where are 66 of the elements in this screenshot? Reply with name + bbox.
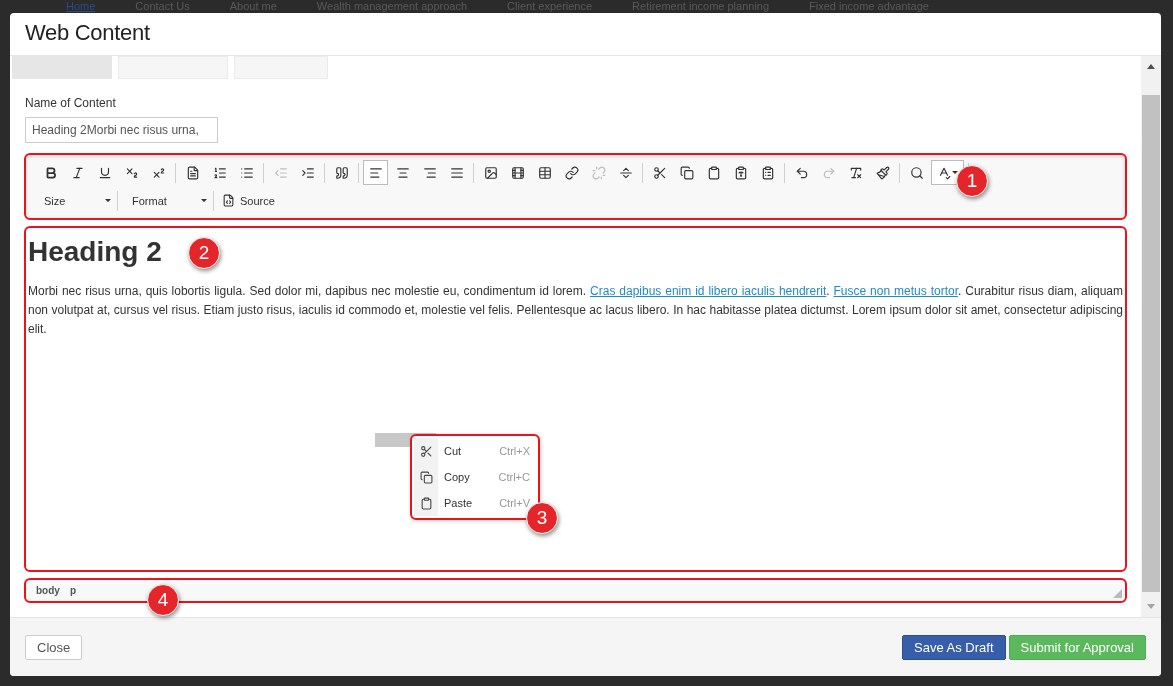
caret-icon bbox=[105, 199, 111, 202]
scrollbar[interactable] bbox=[1141, 56, 1161, 617]
redo-icon bbox=[821, 165, 836, 180]
shortcut: Ctrl+V bbox=[499, 497, 531, 509]
scroll-up-icon[interactable] bbox=[1147, 64, 1155, 69]
menu-item[interactable]: Cut Ctrl+X bbox=[414, 438, 536, 464]
copy-icon bbox=[419, 470, 433, 484]
menu-item[interactable]: Copy Ctrl+C bbox=[414, 464, 536, 490]
bulleted-list-icon bbox=[239, 165, 254, 180]
source-button[interactable]: Source bbox=[218, 194, 279, 207]
heading: Heading 2 bbox=[28, 235, 162, 269]
field-label: Name of Content bbox=[25, 96, 117, 110]
close-button[interactable]: Close bbox=[25, 634, 83, 660]
align-left-button[interactable] bbox=[363, 160, 388, 185]
align-right-icon bbox=[422, 165, 437, 180]
image-icon bbox=[483, 165, 498, 180]
subscript-icon bbox=[124, 165, 139, 180]
align-justify-icon bbox=[449, 165, 464, 180]
indent-icon bbox=[300, 165, 315, 180]
align-center-icon bbox=[395, 165, 410, 180]
document-icon bbox=[185, 165, 200, 180]
dropdown[interactable]: Size bbox=[34, 190, 118, 211]
link[interactable]: Fusce non metus tortor bbox=[833, 284, 958, 298]
cut-icon bbox=[419, 444, 433, 458]
quote-icon bbox=[334, 165, 349, 180]
outdent-icon bbox=[273, 165, 288, 180]
input-field[interactable]: Heading 2Morbi nec risus urna, bbox=[25, 117, 218, 143]
link-icon bbox=[564, 165, 579, 180]
annotation-badge: 1 bbox=[956, 165, 988, 197]
dropdown[interactable]: Format bbox=[122, 190, 214, 211]
undo-icon bbox=[794, 165, 809, 180]
paste-icon bbox=[706, 165, 721, 180]
cut-icon bbox=[652, 165, 667, 180]
paste-word-icon bbox=[760, 165, 775, 180]
film-icon bbox=[510, 165, 525, 180]
menu-label: Paste bbox=[443, 497, 474, 509]
path-element[interactable]: body bbox=[36, 585, 60, 596]
annotation-badge: 4 bbox=[147, 584, 179, 616]
resize-grip-icon[interactable] bbox=[1113, 589, 1122, 598]
unlink-icon bbox=[591, 165, 606, 180]
clear-format-icon bbox=[848, 165, 863, 180]
italic-icon bbox=[70, 165, 85, 180]
caret-icon bbox=[201, 199, 207, 202]
paintbrush-icon bbox=[875, 165, 890, 180]
code-file-icon bbox=[222, 194, 235, 207]
search-icon bbox=[909, 165, 924, 180]
annotation-badge: 2 bbox=[188, 237, 220, 269]
shortcut: Ctrl+C bbox=[498, 471, 531, 483]
table-icon bbox=[537, 165, 552, 180]
path-element[interactable]: p bbox=[69, 585, 76, 596]
align-left-icon bbox=[368, 165, 383, 180]
paragraph: Morbi nec risus urna, quis lobortis ligula. Sed dolor mi, dapibus nec molestie eu, condimentum id lorem. Cras dapibus enim id libero iaculis hendrerit. Fusce non metus tortor. Curabitur risus diam, aliquam non volutpat at, cursus vel risus. Etiam justo risus, iaculis id commodo et, molestie vel felis. Pellentesque ac lacus libero. In hac habitasse platea dictumst. Lorem ipsum dolor sit amet, consectetur adipiscing elit. bbox=[28, 283, 1123, 338]
spellcheck-icon bbox=[937, 165, 951, 180]
window-title: Web Content bbox=[25, 19, 150, 47]
shortcut: Ctrl+X bbox=[499, 445, 531, 457]
numbered-list-icon bbox=[212, 165, 227, 180]
paste-icon bbox=[419, 496, 433, 510]
menu-label: Copy bbox=[443, 471, 471, 483]
save-draft-button[interactable]: Save As Draft bbox=[902, 634, 1006, 660]
superscript-icon bbox=[151, 165, 166, 180]
underline-icon bbox=[97, 165, 112, 180]
menu-item[interactable]: Paste Ctrl+V bbox=[414, 490, 536, 516]
copy-icon bbox=[679, 165, 694, 180]
menu-label: Cut bbox=[443, 445, 463, 457]
horizontal-rule-icon bbox=[618, 165, 633, 180]
paste-text-icon bbox=[733, 165, 748, 180]
